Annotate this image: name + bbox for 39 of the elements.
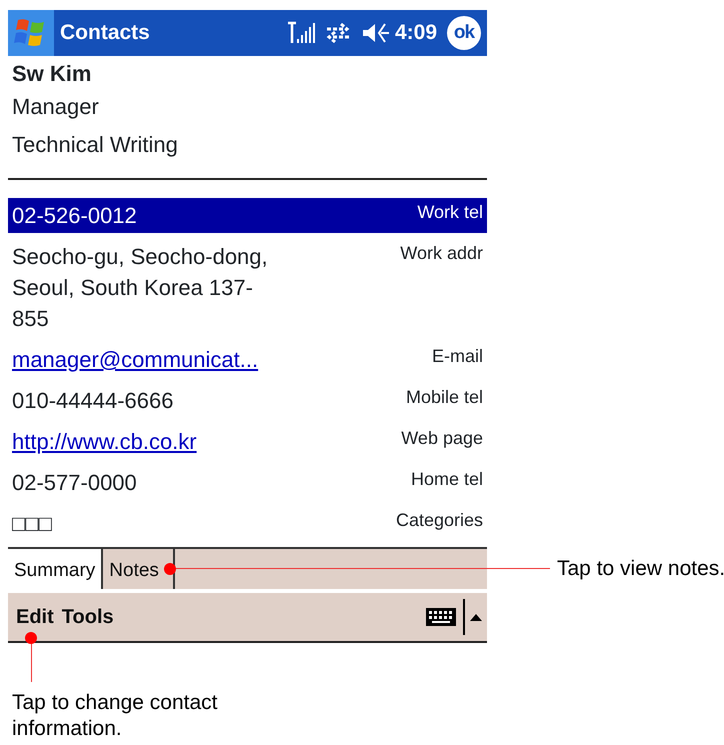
field-row[interactable]: http://www.cb.co.kr Web page [8, 424, 487, 459]
callout-text: Tap to change contact information. [12, 690, 218, 742]
field-value: 010-44444-6666 [12, 387, 174, 415]
speaker-icon[interactable] [360, 21, 391, 45]
ok-button[interactable]: ok [447, 16, 481, 50]
field-row[interactable]: □□□ Categories [8, 506, 487, 541]
field-link[interactable]: http://www.cb.co.kr [12, 426, 197, 457]
job-title: Manager [12, 93, 100, 121]
field-value: 02-577-0000 [12, 469, 137, 497]
field-value: □□□ [12, 510, 52, 538]
field-value: Seocho-gu, Seocho-dong, [12, 243, 268, 271]
start-button[interactable] [8, 10, 54, 56]
department: Technical Writing [12, 131, 179, 159]
field-label: Mobile tel [406, 386, 483, 409]
tab[interactable]: Summary [8, 549, 104, 589]
field-row[interactable]: manager@communicat... E-mail [8, 342, 487, 377]
signal-icon[interactable] [286, 21, 315, 45]
field-row[interactable]: 02-526-0012 Work tel [8, 198, 487, 233]
field-label: Categories [396, 509, 483, 532]
menu-item[interactable]: Edit [12, 602, 58, 632]
keyboard-icon[interactable] [425, 605, 459, 629]
caret-up-icon[interactable] [469, 612, 483, 622]
field-label: Home tel [410, 468, 483, 491]
contact-name: Sw Kim [12, 60, 92, 88]
field-row[interactable]: 010-44444-6666 Mobile tel [8, 383, 487, 418]
window-title: Contacts [60, 20, 151, 46]
field-label: Web page [401, 427, 483, 450]
field-value: 855 [12, 305, 50, 333]
field-label: Work addr [400, 242, 483, 265]
menu-item[interactable]: Tools [58, 602, 118, 632]
field-row[interactable]: Seocho-gu, Seocho-dong, Seoul, South Korea 137- 855 Work addr [8, 239, 487, 336]
field-link[interactable]: manager@communicat... [12, 344, 258, 375]
field-row[interactable]: 02-577-0000 Home tel [8, 465, 487, 500]
field-value: 02-526-0012 [12, 202, 137, 230]
field-label: Work tel [417, 201, 483, 224]
field-label: E-mail [432, 345, 483, 368]
callout-text: Tap to view notes. [557, 556, 724, 582]
field-value: Seoul, South Korea 137- [12, 274, 254, 302]
clock-time[interactable]: 4:09 [394, 17, 437, 49]
